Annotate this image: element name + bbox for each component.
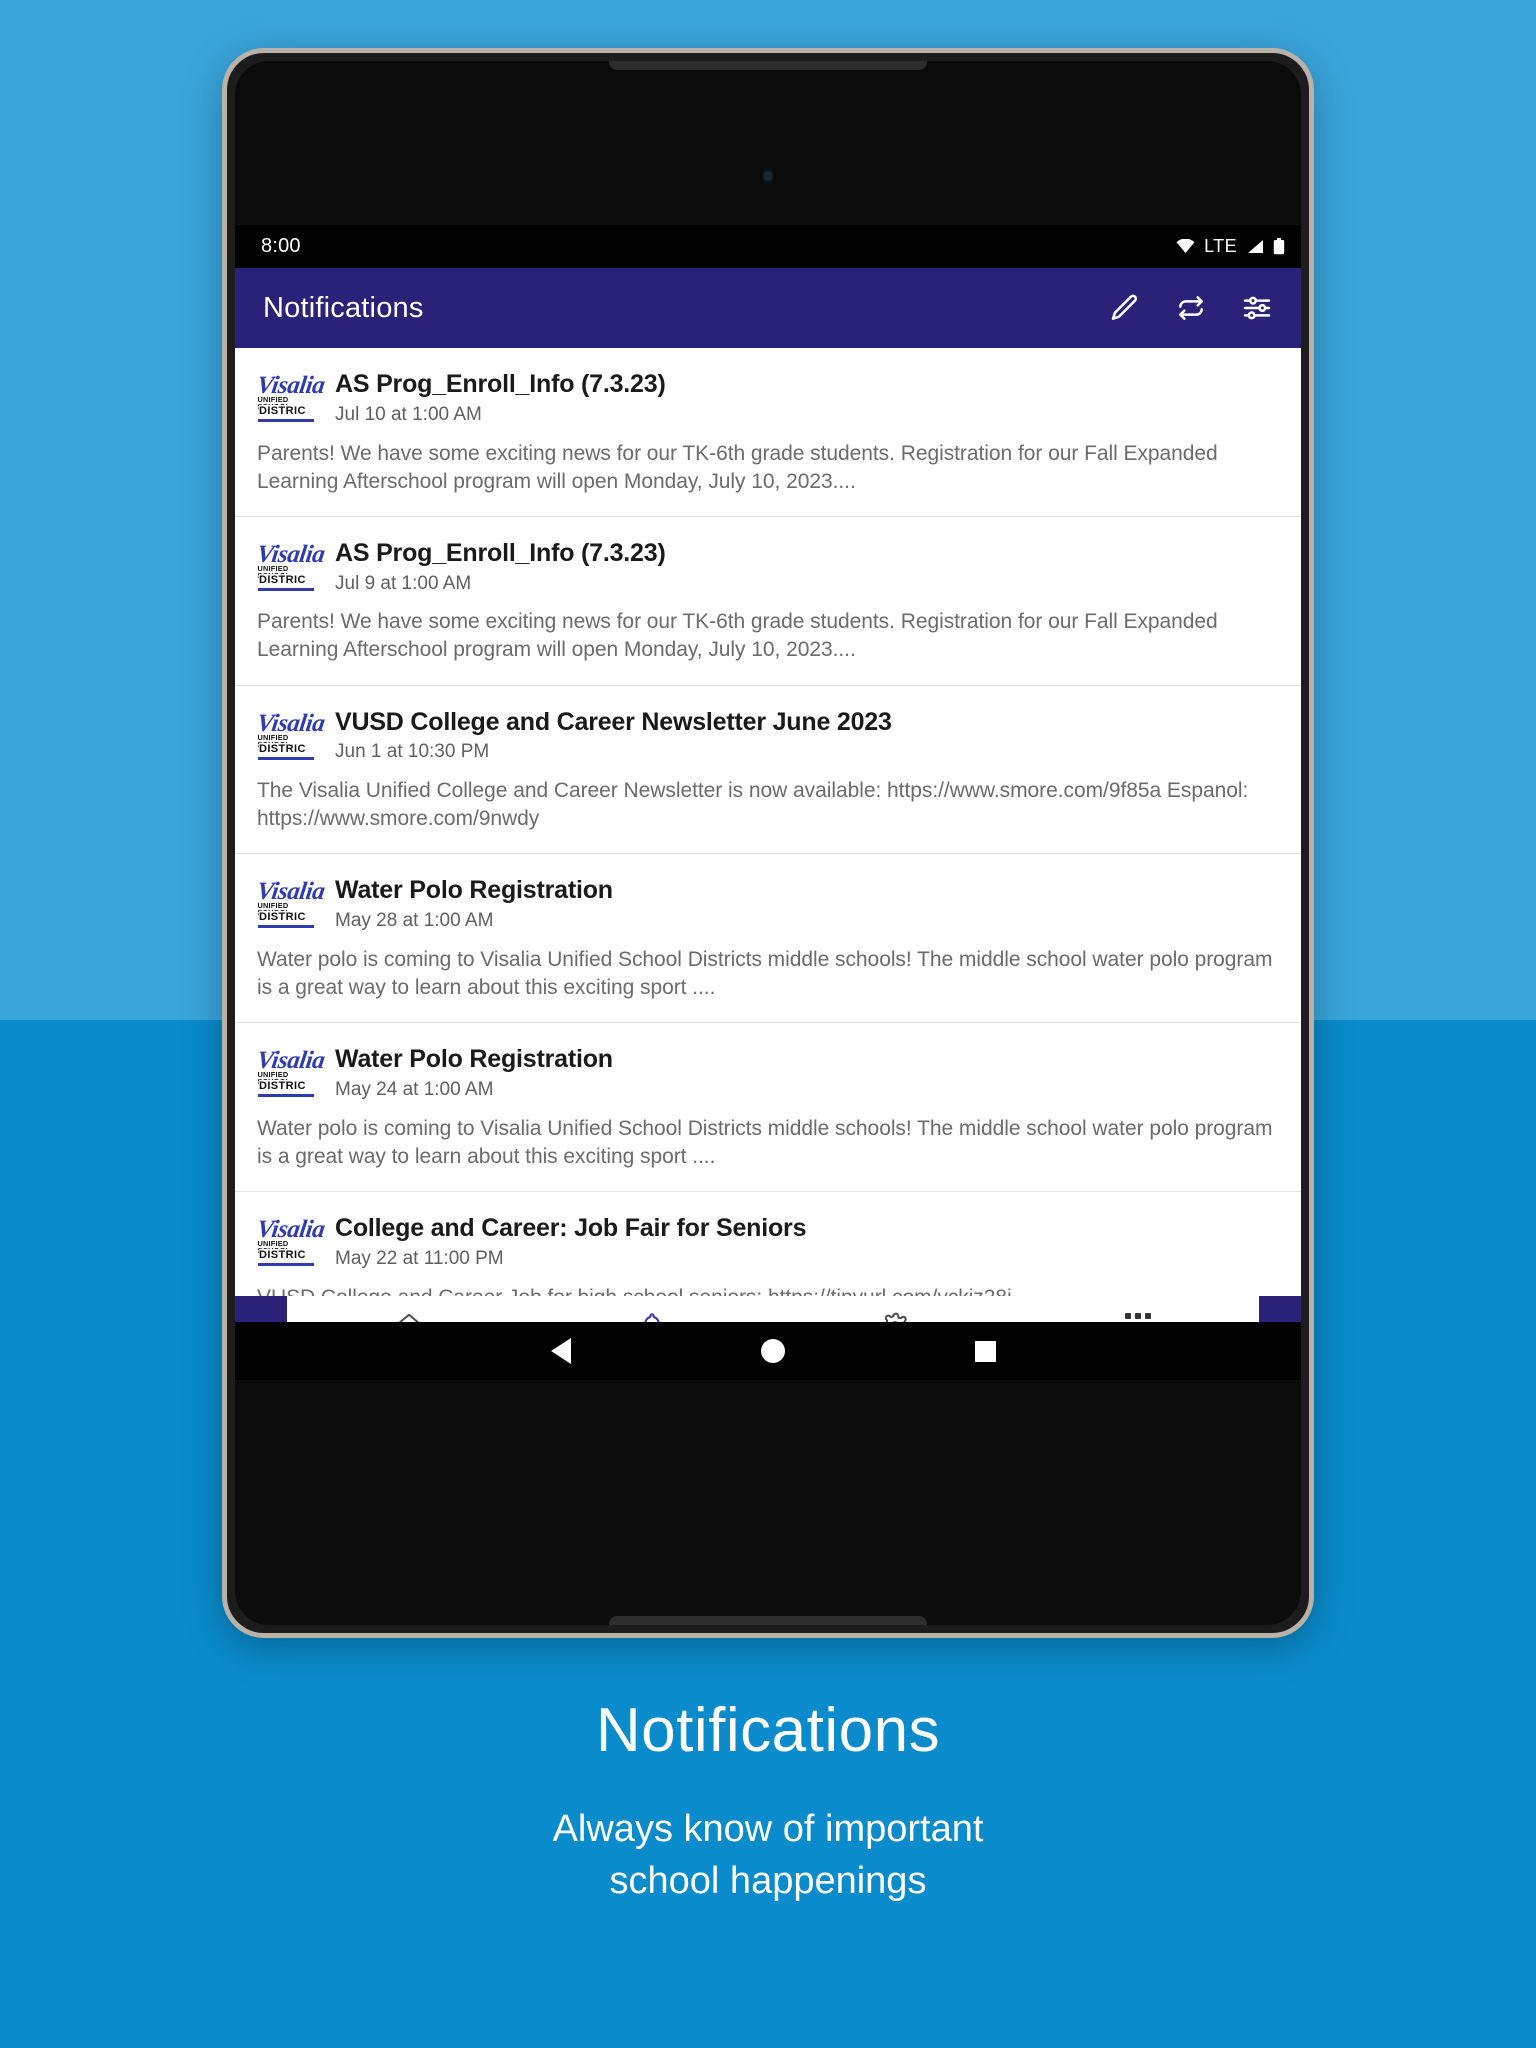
logo-underline xyxy=(258,1262,314,1266)
logo-line2: DISTRIC xyxy=(259,405,306,417)
filter-settings-icon[interactable] xyxy=(1241,292,1273,324)
notification-item[interactable]: Visalia UNIFIED SCHOOL DISTRIC VUSD Coll… xyxy=(235,685,1301,855)
logo-script: Visalia xyxy=(255,540,327,568)
logo-line2: DISTRIC xyxy=(259,742,306,755)
notification-title: Water Polo Registration xyxy=(335,1045,613,1074)
speaker-notch xyxy=(609,61,927,70)
logo-underline xyxy=(258,925,314,929)
notification-date: Jun 1 at 10:30 PM xyxy=(335,741,490,763)
caption-subtitle-line2: school happenings xyxy=(609,1859,927,1902)
vusd-logo: Visalia UNIFIED SCHOOL DISTRIC xyxy=(255,710,326,764)
tablet-device-frame: 8:00 LTE Notifications Visalia UNIFIED D… xyxy=(222,48,1314,1638)
logo-line2: DISTRIC xyxy=(259,573,306,586)
signal-icon xyxy=(1246,239,1264,254)
logo-line2: DISTRIC xyxy=(259,1080,306,1093)
logo-script: Visalia xyxy=(255,372,327,399)
notification-body: The Visalia Unified College and Career N… xyxy=(257,779,1249,831)
status-bar: 8:00 LTE xyxy=(235,225,1301,268)
compose-edit-icon[interactable] xyxy=(1109,292,1141,324)
notification-title: VUSD College and Career Newsletter June … xyxy=(335,707,892,736)
promo-caption: Notifications Always know of important s… xyxy=(0,1700,1536,1907)
notification-date: May 22 at 11:00 PM xyxy=(335,1247,504,1269)
notification-body: Water polo is coming to Visalia Unified … xyxy=(257,947,1273,1000)
lte-label: LTE xyxy=(1204,236,1237,256)
app-bar: Notifications xyxy=(235,268,1301,348)
tablet-bezel: 8:00 LTE Notifications Visalia UNIFIED D… xyxy=(235,61,1301,1625)
status-time: 8:00 xyxy=(261,235,301,257)
notification-list[interactable]: Visalia UNIFIED SCHOOL DISTRIC AS Prog_E… xyxy=(235,348,1301,1380)
app-bar-actions xyxy=(1109,292,1289,324)
logo-script: Visalia xyxy=(255,1047,327,1075)
notification-body: Parents! We have some exciting news for … xyxy=(257,441,1218,493)
logo-script: Visalia xyxy=(255,878,327,906)
vusd-logo: Visalia UNIFIED SCHOOL DISTRIC xyxy=(255,372,326,426)
logo-underline xyxy=(258,587,314,591)
logo-script: Visalia xyxy=(255,709,327,737)
vusd-logo: Visalia UNIFIED SCHOOL DISTRIC xyxy=(255,1216,326,1270)
refresh-sync-icon[interactable] xyxy=(1175,292,1207,324)
notification-title: College and Career: Job Fair for Seniors xyxy=(335,1213,807,1242)
notification-date: May 28 at 1:00 AM xyxy=(335,910,494,932)
notification-item[interactable]: Visalia UNIFIED SCHOOL DISTRIC Water Pol… xyxy=(235,854,1301,1024)
notification-item[interactable]: Visalia UNIFIED SCHOOL DISTRIC AS Prog_E… xyxy=(235,516,1301,686)
back-triangle-icon[interactable] xyxy=(550,1338,571,1364)
notification-date: May 24 at 1:00 AM xyxy=(335,1078,494,1100)
logo-underline xyxy=(258,419,314,422)
notification-title: AS Prog_Enroll_Info (7.3.23) xyxy=(335,370,666,398)
notification-title: Water Polo Registration xyxy=(335,876,613,905)
notification-date: Jul 9 at 1:00 AM xyxy=(335,572,472,594)
front-camera-icon xyxy=(761,169,775,183)
page-title: Notifications xyxy=(263,291,424,324)
vusd-logo: Visalia UNIFIED SCHOOL DISTRIC xyxy=(255,1047,326,1101)
wifi-icon xyxy=(1176,239,1195,254)
home-circle-icon[interactable] xyxy=(760,1339,785,1363)
notification-date: Jul 10 at 1:00 AM xyxy=(335,403,482,425)
status-icons: LTE xyxy=(1176,236,1285,257)
notification-item[interactable]: Visalia UNIFIED SCHOOL DISTRIC Water Pol… xyxy=(235,1023,1301,1192)
logo-line2: DISTRIC xyxy=(259,1248,306,1261)
logo-underline xyxy=(258,1094,314,1098)
vusd-logo: Visalia UNIFIED SCHOOL DISTRIC xyxy=(255,878,326,932)
caption-subtitle-line1: Always know of important xyxy=(552,1808,984,1850)
notification-item[interactable]: Visalia UNIFIED SCHOOL DISTRIC AS Prog_E… xyxy=(235,348,1301,517)
notification-body: Water polo is coming to Visalia Unified … xyxy=(257,1116,1273,1168)
android-system-nav xyxy=(235,1322,1301,1380)
battery-icon xyxy=(1273,238,1285,255)
device-screen: 8:00 LTE Notifications Visalia UNIFIED D… xyxy=(235,225,1301,1380)
notification-title: AS Prog_Enroll_Info (7.3.23) xyxy=(335,538,666,567)
logo-underline xyxy=(258,756,314,760)
logo-line2: DISTRIC xyxy=(259,911,306,924)
vusd-logo: Visalia UNIFIED SCHOOL DISTRIC xyxy=(255,541,326,595)
caption-title: Notifications xyxy=(595,1696,941,1765)
logo-script: Visalia xyxy=(255,1215,327,1243)
notification-body: Parents! We have some exciting news for … xyxy=(257,610,1218,662)
bottom-notch xyxy=(609,1616,927,1625)
recents-square-icon[interactable] xyxy=(974,1340,996,1362)
